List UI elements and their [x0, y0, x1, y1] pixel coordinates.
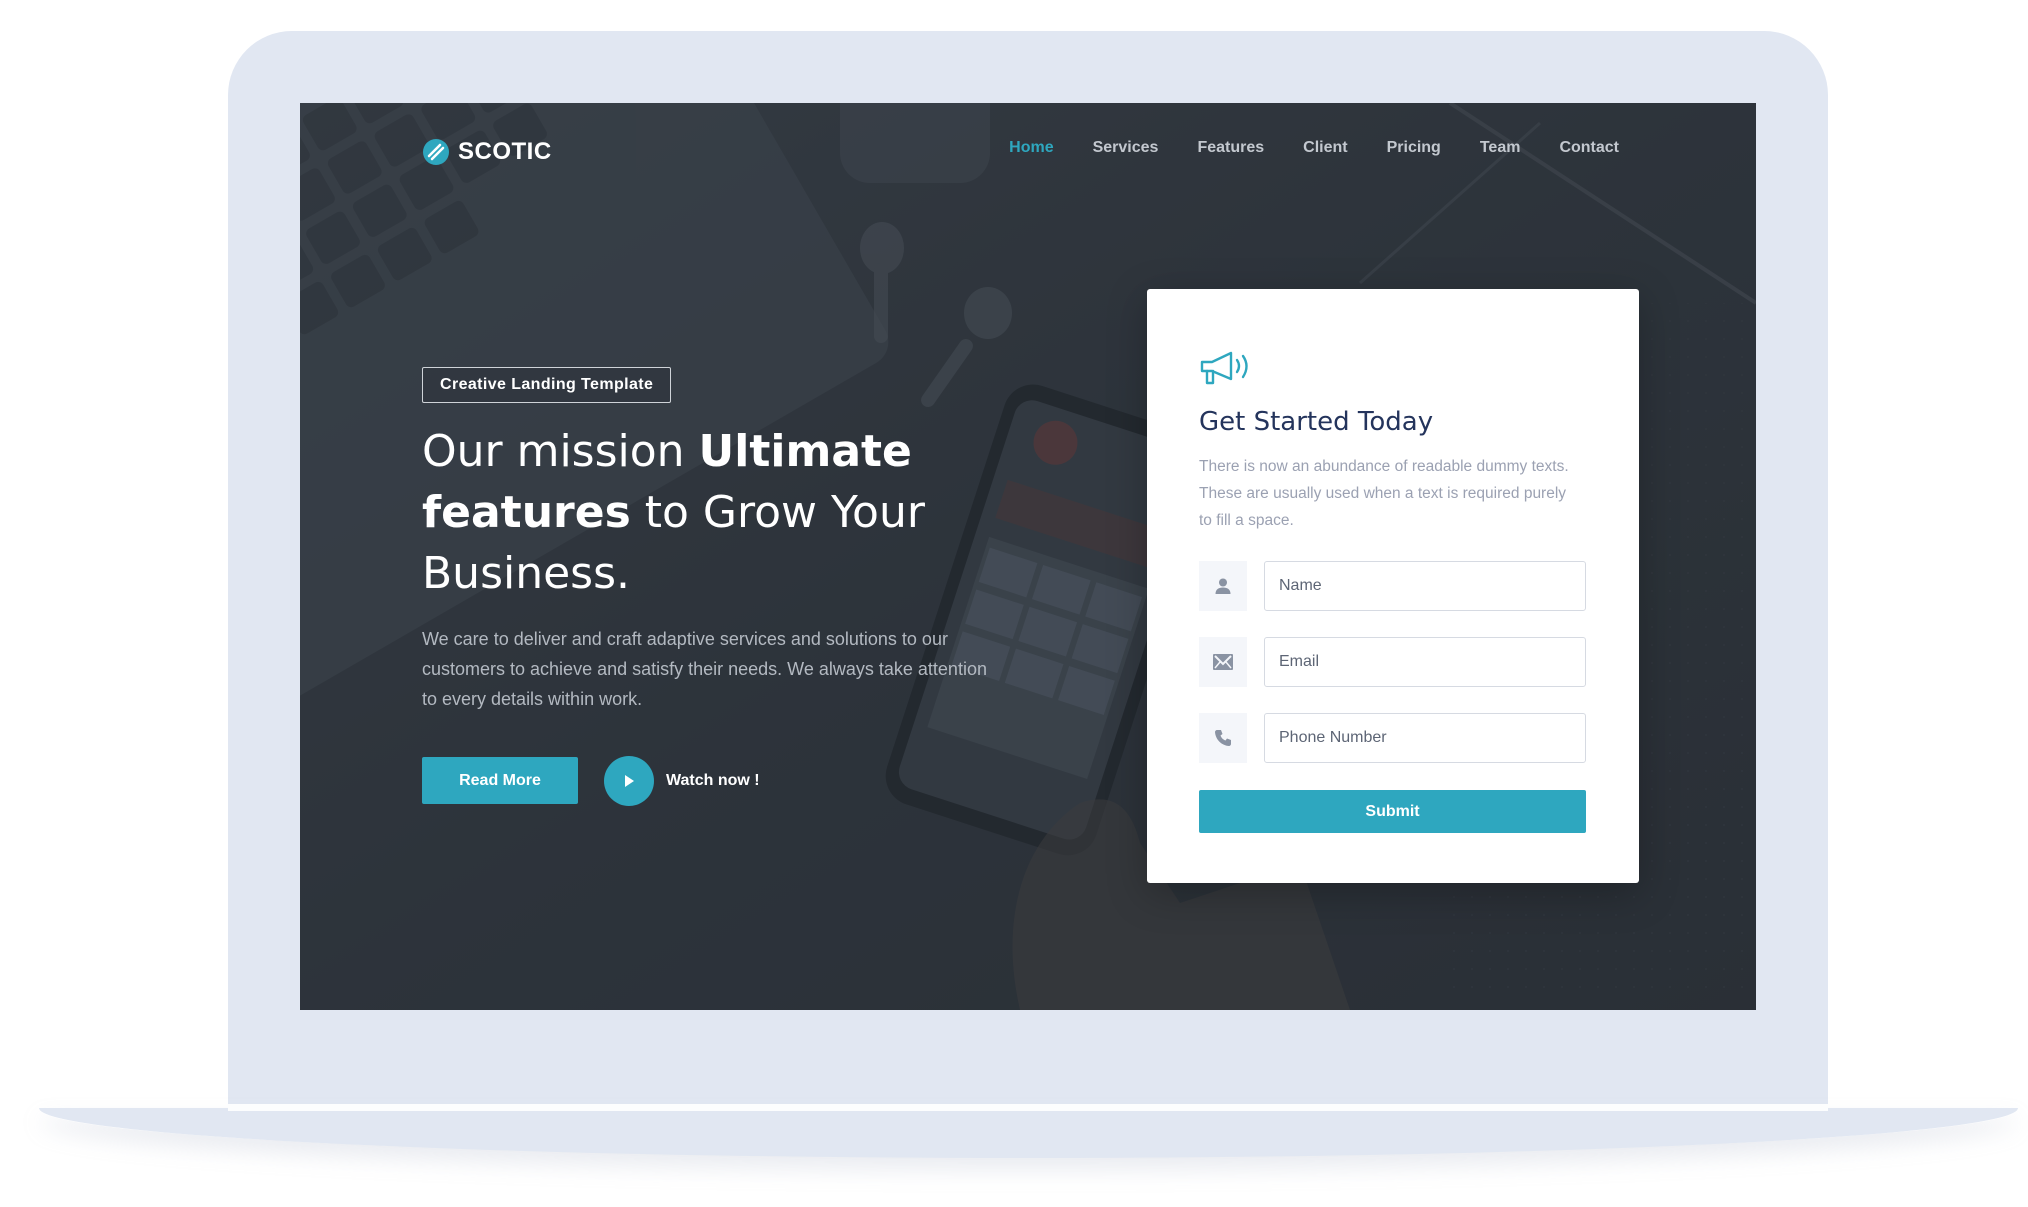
- nav-item-features[interactable]: Features: [1197, 139, 1264, 157]
- submit-button[interactable]: Submit: [1199, 790, 1586, 833]
- nav-item-team[interactable]: Team: [1480, 139, 1521, 157]
- phone-input[interactable]: [1264, 713, 1586, 763]
- landing-page-screen: SCOTIC Home Services Features Client Pri…: [300, 103, 1756, 1010]
- name-input[interactable]: [1264, 561, 1586, 611]
- read-more-button[interactable]: Read More: [422, 757, 578, 804]
- form-description: There is now an abundance of readable du…: [1199, 458, 1569, 529]
- watch-video-link[interactable]: Watch now !: [604, 756, 760, 806]
- play-icon: [625, 775, 634, 787]
- email-field-row: [1199, 637, 1586, 687]
- brand-name: SCOTIC: [458, 138, 552, 165]
- signup-form-card: Get Started Today There is now an abunda…: [1147, 289, 1639, 883]
- megaphone-icon: [1200, 351, 1248, 385]
- laptop-base: [39, 1108, 2018, 1158]
- hero-title-part1: Our mission: [422, 426, 699, 477]
- nav-item-pricing[interactable]: Pricing: [1387, 139, 1441, 157]
- nav-item-contact[interactable]: Contact: [1559, 139, 1619, 157]
- laptop-hinge: [228, 1104, 1828, 1111]
- phone-field-row: [1199, 713, 1586, 763]
- hero-description: We care to deliver and craft adaptive se…: [422, 629, 987, 709]
- brand-logo[interactable]: SCOTIC: [422, 138, 552, 166]
- form-title: Get Started Today: [1199, 407, 1434, 437]
- nav-item-services[interactable]: Services: [1093, 139, 1159, 157]
- nav-item-client[interactable]: Client: [1303, 139, 1347, 157]
- logo-mark-icon: [423, 139, 449, 165]
- hero-badge: Creative Landing Template: [422, 367, 672, 403]
- main-nav: Home Services Features Client Pricing Te…: [970, 139, 1619, 157]
- name-field-row: [1199, 561, 1586, 611]
- phone-icon: [1199, 713, 1247, 763]
- user-icon: [1199, 561, 1247, 611]
- hero-title: Our mission Ultimate features to Grow Yo…: [422, 421, 982, 604]
- email-input[interactable]: [1264, 637, 1586, 687]
- mail-icon: [1199, 637, 1247, 687]
- play-button[interactable]: [604, 756, 654, 806]
- watch-label: Watch now !: [666, 772, 760, 789]
- nav-item-home[interactable]: Home: [1009, 139, 1053, 157]
